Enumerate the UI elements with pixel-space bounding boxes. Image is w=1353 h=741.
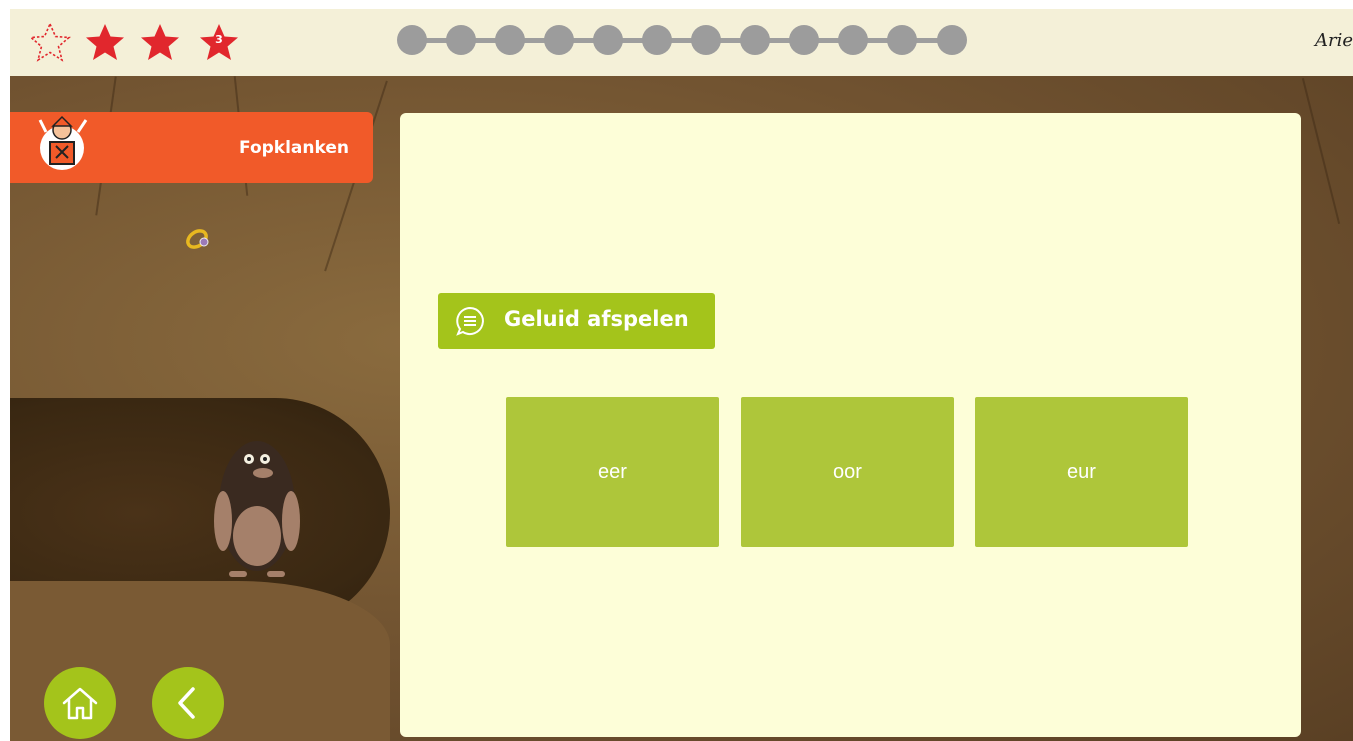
star-icon bbox=[83, 21, 127, 63]
progress-dot bbox=[495, 25, 525, 55]
mole-character bbox=[207, 421, 307, 581]
play-sound-label: Geluid afspelen bbox=[504, 307, 689, 331]
play-sound-button[interactable]: Geluid afspelen bbox=[438, 293, 715, 349]
speech-bubble-icon bbox=[456, 306, 484, 336]
choice-button-oor[interactable]: oor bbox=[741, 397, 954, 547]
back-button[interactable] bbox=[152, 667, 224, 739]
user-name: Arie bbox=[1314, 30, 1353, 51]
progress-dot bbox=[691, 25, 721, 55]
progress-dot bbox=[642, 25, 672, 55]
chevron-left-icon bbox=[178, 687, 195, 719]
progress-dot bbox=[593, 25, 623, 55]
app-window: 3 Arie Fopklanken Geluid afspelen eer oo… bbox=[10, 9, 1353, 741]
progress-dot bbox=[740, 25, 770, 55]
progress-dot bbox=[397, 25, 427, 55]
exercise-panel: Geluid afspelen eer oor eur bbox=[400, 113, 1301, 737]
progress-dot bbox=[937, 25, 967, 55]
star-icon bbox=[138, 21, 182, 63]
exercise-header: Fopklanken bbox=[10, 112, 373, 183]
progress-track bbox=[397, 25, 972, 55]
star-outline-icon bbox=[28, 21, 72, 63]
home-icon bbox=[62, 687, 98, 720]
progress-dot bbox=[789, 25, 819, 55]
choice-button-eur[interactable]: eur bbox=[975, 397, 1188, 547]
progress-dot bbox=[887, 25, 917, 55]
progress-dot bbox=[446, 25, 476, 55]
progress-dot bbox=[544, 25, 574, 55]
home-button[interactable] bbox=[44, 667, 116, 739]
star-count-badge: 3 bbox=[215, 33, 223, 46]
choice-button-eer[interactable]: eer bbox=[506, 397, 719, 547]
top-bar: 3 Arie bbox=[10, 9, 1353, 76]
exercise-title: Fopklanken bbox=[239, 138, 349, 158]
ring-icon bbox=[182, 222, 216, 254]
jack-in-the-box-mascot-icon bbox=[34, 112, 98, 176]
progress-dot bbox=[838, 25, 868, 55]
